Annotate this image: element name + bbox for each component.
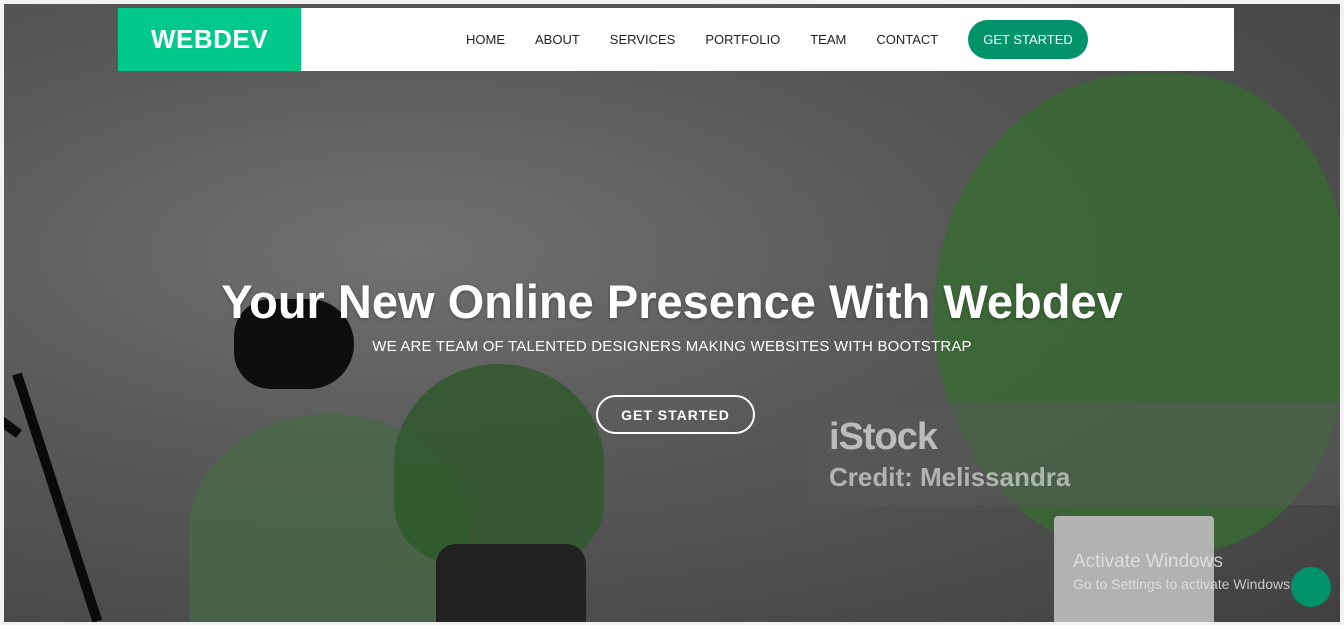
activate-windows-title: Activate Windows bbox=[1073, 551, 1223, 572]
nav-links: HOME ABOUT SERVICES PORTFOLIO TEAM CONTA… bbox=[466, 20, 1088, 59]
nav-home[interactable]: HOME bbox=[466, 32, 505, 47]
watermark-credit: Credit: Melissandra bbox=[829, 462, 1071, 492]
logo[interactable]: WEBDEV bbox=[118, 8, 301, 71]
hero-title: Your New Online Presence With Webdev bbox=[221, 275, 1123, 328]
nav-team[interactable]: TEAM bbox=[810, 32, 846, 47]
watermark-brand: iStock bbox=[829, 416, 938, 458]
navbar: WEBDEV HOME ABOUT SERVICES PORTFOLIO TEA… bbox=[118, 8, 1234, 71]
nav-portfolio[interactable]: PORTFOLIO bbox=[705, 32, 780, 47]
hero-subtitle: WE ARE TEAM OF TALENTED DESIGNERS MAKING… bbox=[372, 338, 972, 355]
nav-get-started-button[interactable]: GET STARTED bbox=[968, 20, 1088, 59]
activate-windows-subtitle: Go to Settings to activate Windows. bbox=[1073, 576, 1294, 592]
hero-get-started-button[interactable]: GET STARTED bbox=[596, 395, 755, 434]
nav-contact[interactable]: CONTACT bbox=[876, 32, 938, 47]
back-to-top-button[interactable] bbox=[1291, 567, 1331, 607]
nav-services[interactable]: SERVICES bbox=[610, 32, 676, 47]
istock-watermark: iStock Credit: Melissandra bbox=[807, 402, 1340, 505]
hero-section: Your New Online Presence With Webdev WE … bbox=[4, 4, 1340, 622]
nav-about[interactable]: ABOUT bbox=[535, 32, 580, 47]
